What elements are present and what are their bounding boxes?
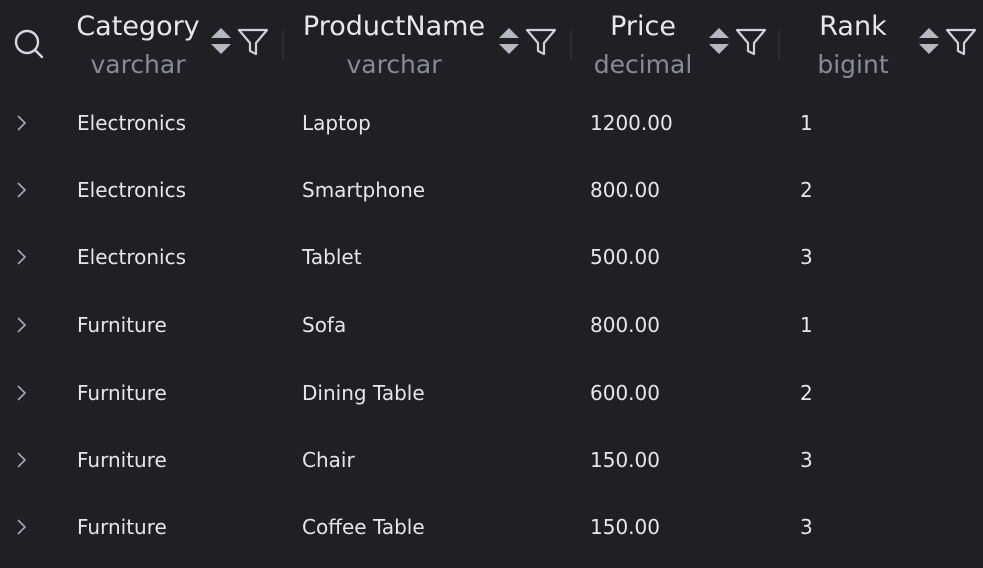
column-title: Category [76,11,200,42]
cell-price: 500.00 [590,245,660,269]
column-header-productname[interactable]: ProductName varchar [288,0,568,88]
cell-productname: Dining Table [302,381,425,405]
cell-category: Furniture [77,381,167,405]
chevron-right-icon[interactable] [10,382,32,404]
cell-category: Furniture [77,313,167,337]
column-divider[interactable] [778,30,780,60]
table-row[interactable]: Furniture Dining Table 600.00 2 [0,360,983,427]
cell-rank: 3 [800,515,813,539]
chevron-right-icon[interactable] [10,112,32,134]
cell-productname: Chair [302,448,355,472]
table-row[interactable]: Electronics Tablet 500.00 3 [0,224,983,291]
search-button[interactable] [0,0,58,88]
table-row[interactable]: Furniture Coffee Table 150.00 3 [0,494,983,561]
chevron-right-icon[interactable] [10,246,32,268]
column-type: varchar [346,50,442,79]
column-type: varchar [90,50,186,79]
cell-price: 150.00 [590,448,660,472]
filter-icon[interactable] [524,26,558,58]
cell-rank: 2 [800,178,813,202]
cell-price: 1200.00 [590,111,673,135]
column-title: Price [610,11,676,42]
table-row[interactable]: Furniture Chair 150.00 3 [0,427,983,494]
column-header-category[interactable]: Category varchar [64,0,279,88]
cell-productname: Smartphone [302,178,426,202]
column-header-rank[interactable]: Rank bigint [786,0,983,88]
chevron-right-icon[interactable] [10,516,32,538]
column-type: decimal [593,50,693,79]
results-grid: Category varchar ProductName varchar Pri… [0,0,983,568]
column-title: ProductName [302,11,486,42]
cell-productname: Coffee Table [302,515,425,539]
cell-productname: Sofa [302,313,347,337]
cell-price: 150.00 [590,515,660,539]
grid-header: Category varchar ProductName varchar Pri… [0,0,983,88]
cell-productname: Laptop [302,111,371,135]
cell-category: Electronics [77,245,187,269]
column-title: Rank [819,11,887,42]
filter-icon[interactable] [236,26,270,58]
table-row[interactable]: Furniture Sofa 800.00 1 [0,292,983,359]
search-icon [14,29,44,59]
filter-icon[interactable] [734,26,768,58]
sort-icon[interactable] [498,25,520,57]
cell-rank: 3 [800,448,813,472]
cell-category: Electronics [77,178,187,202]
cell-rank: 2 [800,381,813,405]
cell-category: Electronics [77,111,187,135]
sort-icon[interactable] [918,25,940,57]
cell-price: 600.00 [590,381,660,405]
chevron-right-icon[interactable] [10,449,32,471]
chevron-right-icon[interactable] [10,179,32,201]
column-divider[interactable] [570,30,572,60]
column-type: bigint [817,50,889,79]
cell-category: Furniture [77,515,167,539]
column-header-price[interactable]: Price decimal [576,0,781,88]
cell-category: Furniture [77,448,167,472]
column-divider[interactable] [282,30,284,60]
table-row[interactable]: Electronics Smartphone 800.00 2 [0,157,983,224]
filter-icon[interactable] [944,26,978,58]
sort-icon[interactable] [210,25,232,57]
cell-rank: 1 [800,111,813,135]
cell-price: 800.00 [590,313,660,337]
table-row[interactable]: Electronics Laptop 1200.00 1 [0,90,983,157]
cell-rank: 1 [800,313,813,337]
cell-rank: 3 [800,245,813,269]
sort-icon[interactable] [708,25,730,57]
cell-productname: Tablet [302,245,362,269]
chevron-right-icon[interactable] [10,314,32,336]
cell-price: 800.00 [590,178,660,202]
